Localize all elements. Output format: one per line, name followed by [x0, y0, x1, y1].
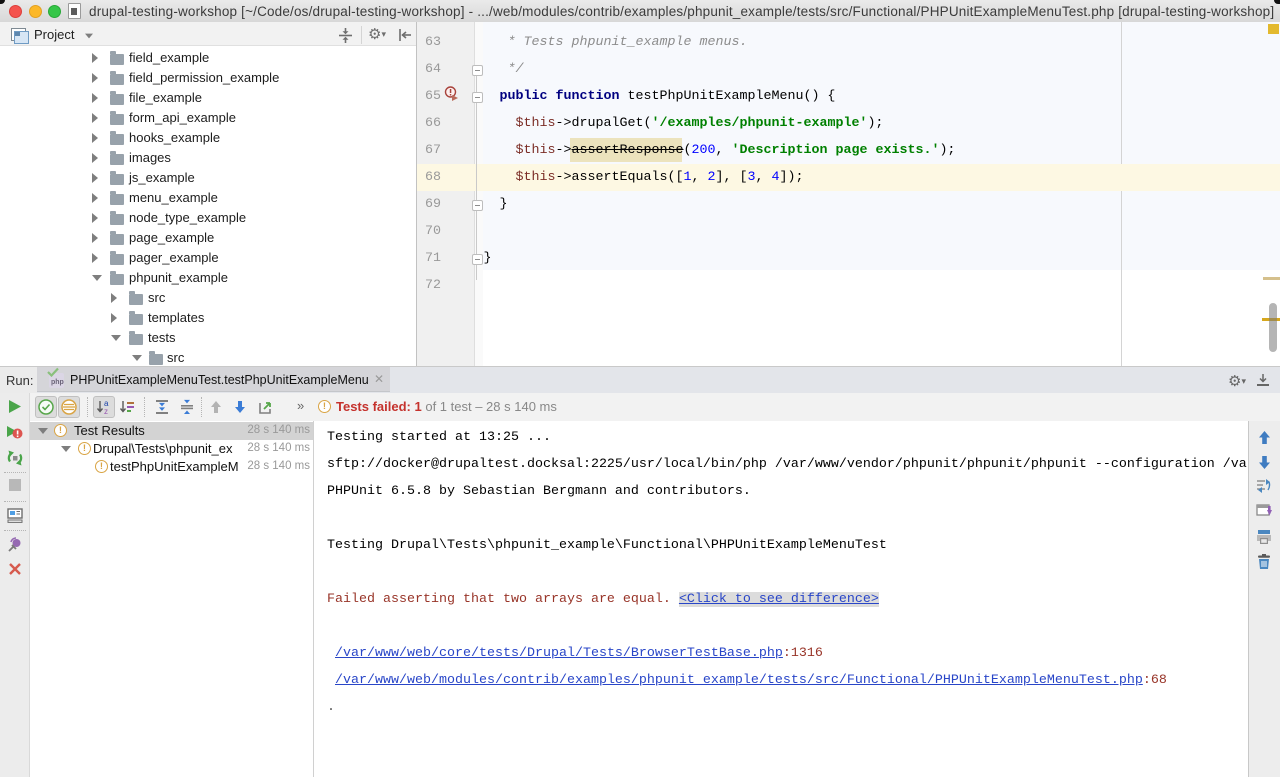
svg-text:z: z — [104, 407, 108, 415]
